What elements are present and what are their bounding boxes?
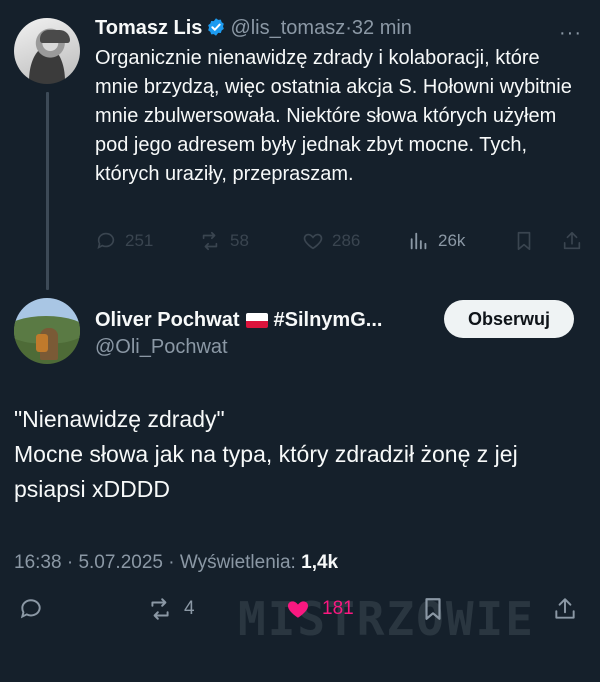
reply-icon: [18, 596, 44, 622]
follow-button[interactable]: Obserwuj: [444, 300, 574, 338]
tweet-time[interactable]: 32 min: [352, 17, 412, 39]
views-label: Wyświetlenia:: [179, 552, 296, 573]
repost-count: 58: [230, 231, 249, 250]
repost-icon: [198, 230, 222, 252]
reply-button[interactable]: [18, 596, 44, 622]
avatar[interactable]: [14, 298, 80, 364]
author-handle[interactable]: @lis_tomasz: [230, 17, 345, 39]
parent-tweet-header: Tomasz Lis @lis_tomasz·32 min: [95, 14, 412, 42]
bookmark-button[interactable]: [420, 596, 446, 622]
repost-count: 4: [184, 598, 195, 619]
tweet-actions: 251 58 286 26k: [95, 230, 590, 260]
views-button[interactable]: 26k: [408, 230, 465, 252]
verified-badge-icon: [206, 17, 226, 37]
heart-icon: [302, 230, 324, 252]
avatar[interactable]: [14, 18, 80, 84]
like-button[interactable]: 181: [284, 596, 354, 622]
share-icon: [561, 230, 583, 252]
reply-count: 251: [125, 231, 154, 250]
author-name-suffix[interactable]: #SilnymG...: [274, 309, 383, 331]
views-chart-icon: [408, 230, 430, 252]
separator-dot: ·: [345, 17, 352, 39]
views-count: 26k: [438, 231, 466, 250]
repost-button[interactable]: 58: [198, 230, 249, 252]
more-options-icon[interactable]: ···: [559, 22, 582, 45]
share-button[interactable]: [561, 230, 583, 252]
like-button[interactable]: 286: [302, 230, 360, 252]
bookmark-button[interactable]: [513, 230, 535, 252]
author-name[interactable]: Oliver Pochwat: [95, 309, 240, 331]
reply-actions: 4 181: [0, 590, 600, 634]
reply-button[interactable]: 251: [95, 230, 153, 252]
repost-icon: [146, 596, 174, 622]
share-button[interactable]: [552, 596, 578, 622]
reply-text: "Nienawidzę zdrady" Mocne słowa jak na t…: [14, 402, 589, 507]
tweet-text: Organicznie nienawidzę zdrady i kolabora…: [95, 47, 572, 185]
parent-tweet[interactable]: Tomasz Lis @lis_tomasz·32 min ··· Organic…: [0, 0, 600, 290]
reply-text-line: "Nienawidzę zdrady": [14, 406, 225, 432]
author-name[interactable]: Tomasz Lis: [95, 17, 202, 39]
tweet-date[interactable]: 5.07.2025: [78, 552, 163, 573]
like-count: 181: [322, 598, 354, 619]
separator-dot: ·: [168, 552, 175, 573]
heart-filled-icon: [284, 596, 312, 622]
share-icon: [552, 596, 578, 622]
tweet-meta: 16:38 · 5.07.2025 · Wyświetlenia: 1,4k: [14, 550, 338, 576]
separator-dot: ·: [66, 552, 74, 573]
author-handle[interactable]: @Oli_Pochwat: [95, 334, 228, 360]
reply-text-line: Mocne słowa jak na typa, który zdradził …: [14, 441, 518, 502]
thread-connector-line: [46, 92, 49, 290]
repost-button[interactable]: 4: [146, 596, 195, 622]
bookmark-icon: [420, 596, 446, 622]
tweet-time[interactable]: 16:38: [14, 552, 62, 573]
reply-author-name-row[interactable]: Oliver Pochwat #SilnymG...: [95, 306, 382, 334]
reply-icon: [95, 230, 117, 252]
views-count: 1,4k: [301, 552, 339, 573]
bookmark-icon: [513, 230, 535, 252]
like-count: 286: [332, 231, 361, 250]
poland-flag-icon: [245, 313, 268, 328]
